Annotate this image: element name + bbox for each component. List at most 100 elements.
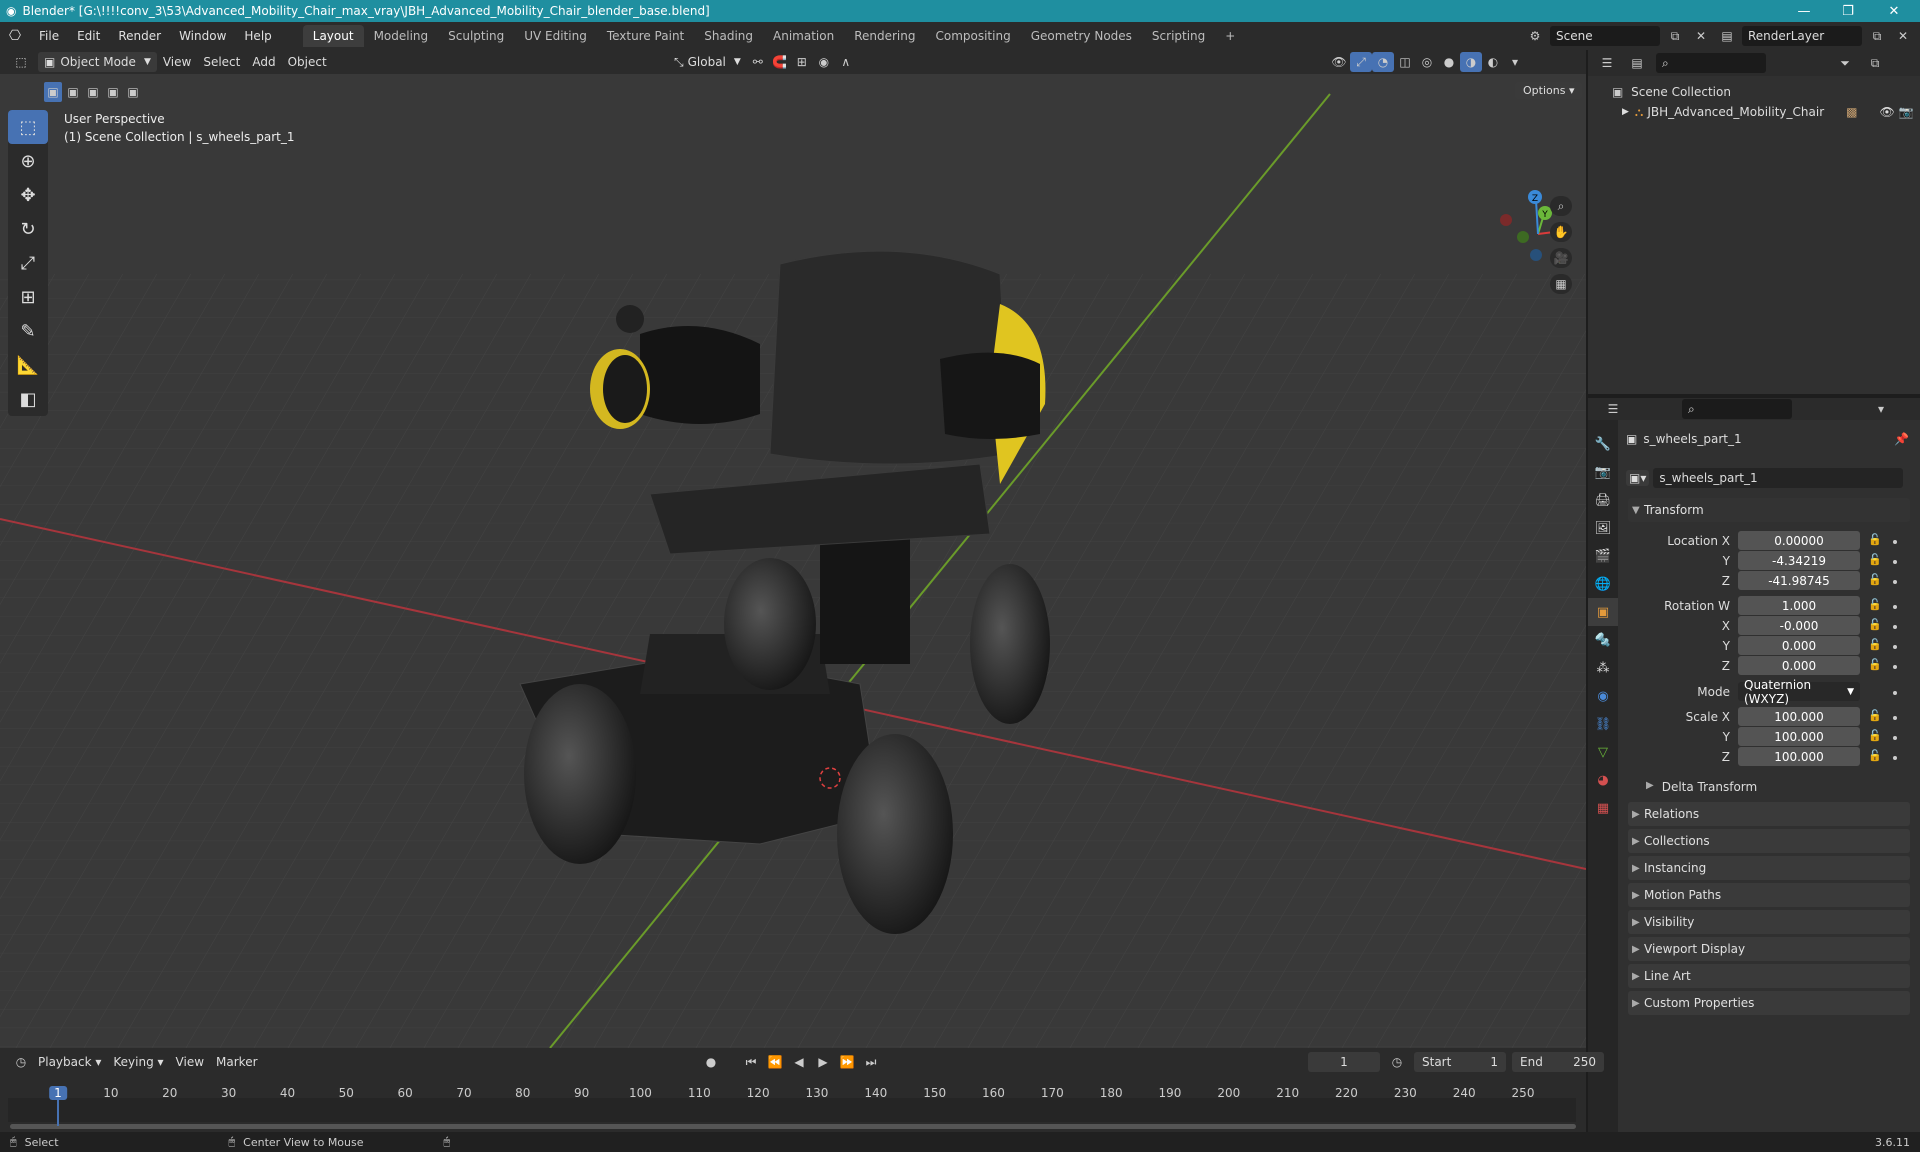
select-box-modes[interactable]: ▣ ▣ ▣ ▣ ▣ [44,82,142,102]
camera-view-icon[interactable]: 🎥 [1550,248,1572,268]
delta-transform-subpanel[interactable]: ▶ Delta Transform [1646,780,1757,794]
playback-menu[interactable]: Playback ▾ [32,1052,107,1072]
location-z-field[interactable]: -41.98745 [1738,571,1860,590]
delete-scene-icon[interactable]: ✕ [1690,26,1712,46]
visibility-icon[interactable]: 👁 [1328,52,1350,72]
object-name-field[interactable]: s_wheels_part_1 [1653,468,1904,488]
menu-render[interactable]: Render [109,22,170,50]
falloff-icon[interactable]: ∧ [835,52,857,72]
menu-window[interactable]: Window [170,22,235,50]
eye-icon[interactable]: 👁 [1879,102,1894,122]
delete-layer-icon[interactable]: ✕ [1892,26,1914,46]
keyframe-dot-icon[interactable] [1893,625,1897,629]
move-tool-icon[interactable]: ✥ [8,178,48,212]
scale-x-field[interactable]: 100.000 [1738,707,1860,726]
blender-menu-icon[interactable]: ⎔ [0,28,30,44]
pin-icon[interactable]: 📌 [1894,432,1909,446]
lock-icon[interactable]: 🔓 [1868,729,1882,742]
lock-icon[interactable]: 🔓 [1868,618,1882,631]
start-frame-field[interactable]: Start 1 [1414,1052,1506,1072]
orientation-dropdown[interactable]: ⤡ Global ▼ [668,52,747,72]
jump-start-icon[interactable]: ⏮ [740,1052,762,1072]
add-cube-tool-icon[interactable]: ◧ [8,382,48,416]
select-box-tool-icon[interactable]: ⬚ [8,110,48,144]
transform-tool-icon[interactable]: ⊞ [8,280,48,314]
clock-icon[interactable]: ◷ [1386,1052,1408,1072]
new-scene-icon[interactable]: ⧉ [1664,26,1686,46]
lock-icon[interactable]: 🔓 [1868,533,1882,546]
outliner-editor-icon[interactable]: ☰ [1596,53,1618,73]
lock-icon[interactable]: 🔓 [1868,749,1882,762]
rotation-w-field[interactable]: 1.000 [1738,596,1860,615]
tab-modeling[interactable]: Modeling [364,25,439,47]
keyframe-dot-icon[interactable] [1893,605,1897,609]
lock-icon[interactable]: 🔓 [1868,573,1882,586]
lock-icon[interactable]: 🔓 [1868,638,1882,651]
filter-icon[interactable]: ⏷ [1834,53,1856,73]
scale-z-field[interactable]: 100.000 [1738,747,1860,766]
new-collection-icon[interactable]: ⧉ [1864,53,1886,73]
rendered-shading-icon[interactable]: ◐ [1482,52,1504,72]
world-tab-icon[interactable]: 🌐 [1588,570,1618,598]
play-reverse-icon[interactable]: ◀ [788,1052,810,1072]
keyframe-dot-icon[interactable] [1893,736,1897,740]
render-tab-icon[interactable]: 📷 [1588,458,1618,486]
next-keyframe-icon[interactable]: ⏩ [836,1052,858,1072]
close-button[interactable]: ✕ [1872,0,1916,22]
new-layer-icon[interactable]: ⧉ [1866,26,1888,46]
panel-custom-properties[interactable]: ▶ Custom Properties [1628,991,1910,1015]
timeline-view-menu[interactable]: View [170,1052,210,1072]
lock-icon[interactable]: 🔓 [1868,658,1882,671]
object-datablock[interactable]: ▣▾ s_wheels_part_1 [1626,468,1904,488]
snap-icon[interactable]: 🧲 [769,52,791,72]
select-extend-icon[interactable]: ▣ [64,82,82,102]
tool-tab-icon[interactable]: 🔧 [1588,430,1618,458]
pivot-icon[interactable]: ⚯ [747,52,769,72]
zoom-icon[interactable]: ⌕ [1550,196,1572,216]
outliner-item-chair[interactable]: ▶ ⛬ JBH_Advanced_Mobility_Chair ▩ 👁 📷 [1612,102,1920,122]
camera-render-icon[interactable]: 📷 [1899,102,1914,122]
particles-tab-icon[interactable]: ⁂ [1588,654,1618,682]
keyframe-dot-icon[interactable] [1893,716,1897,720]
tab-compositing[interactable]: Compositing [925,25,1020,47]
playhead-line[interactable] [57,1098,59,1126]
tab-uv-editing[interactable]: UV Editing [514,25,597,47]
rotate-tool-icon[interactable]: ↻ [8,212,48,246]
add-workspace-icon[interactable]: + [1215,25,1245,47]
menu-help[interactable]: Help [235,22,280,50]
frame-track[interactable] [8,1098,1576,1122]
lock-icon[interactable]: 🔓 [1868,553,1882,566]
expand-arrow-icon[interactable]: ▶ [1622,102,1629,122]
current-frame-field[interactable]: 1 [1308,1052,1380,1072]
output-tab-icon[interactable]: 🖨 [1588,486,1618,514]
select-new-icon[interactable]: ▣ [44,82,62,102]
menu-file[interactable]: File [30,22,68,50]
properties-editor-icon[interactable]: ☰ [1602,399,1624,419]
measure-tool-icon[interactable]: 📐 [8,348,48,382]
pan-hand-icon[interactable]: ✋ [1550,222,1572,242]
annotate-tool-icon[interactable]: ✎ [8,314,48,348]
snap-target-icon[interactable]: ⊞ [791,52,813,72]
location-y-field[interactable]: -4.34219 [1738,551,1860,570]
editor-type-icon[interactable]: ⬚ [10,52,32,72]
texture-tab-icon[interactable]: ▦ [1588,794,1618,822]
mode-dropdown[interactable]: ▣ Object Mode ▼ [38,52,157,72]
material-tab-icon[interactable]: ◕ [1588,766,1618,794]
view-menu[interactable]: View [157,52,197,72]
tab-layout[interactable]: Layout [302,25,364,47]
tab-scripting[interactable]: Scripting [1142,25,1215,47]
play-icon[interactable]: ▶ [812,1052,834,1072]
prev-keyframe-icon[interactable]: ⏪ [764,1052,786,1072]
options-dropdown[interactable]: Options ▾ [1515,82,1583,99]
rotation-mode-dropdown[interactable]: Quaternion (WXYZ) ▼ [1738,678,1860,706]
lock-icon[interactable]: 🔓 [1868,598,1882,611]
render-layer-field[interactable]: RenderLayer [1742,26,1862,46]
panel-visibility[interactable]: ▶ Visibility [1628,910,1910,934]
record-icon[interactable]: ● [700,1052,722,1072]
panel-collections[interactable]: ▶ Collections [1628,829,1910,853]
ortho-toggle-icon[interactable]: ▦ [1550,274,1572,294]
select-subtract-icon[interactable]: ▣ [84,82,102,102]
panel-instancing[interactable]: ▶ Instancing [1628,856,1910,880]
3d-viewport[interactable]: X Y Z ▣ ▣ ▣ ▣ ▣ User Perspective (1) Sce… [0,74,1586,1048]
menu-edit[interactable]: Edit [68,22,109,50]
